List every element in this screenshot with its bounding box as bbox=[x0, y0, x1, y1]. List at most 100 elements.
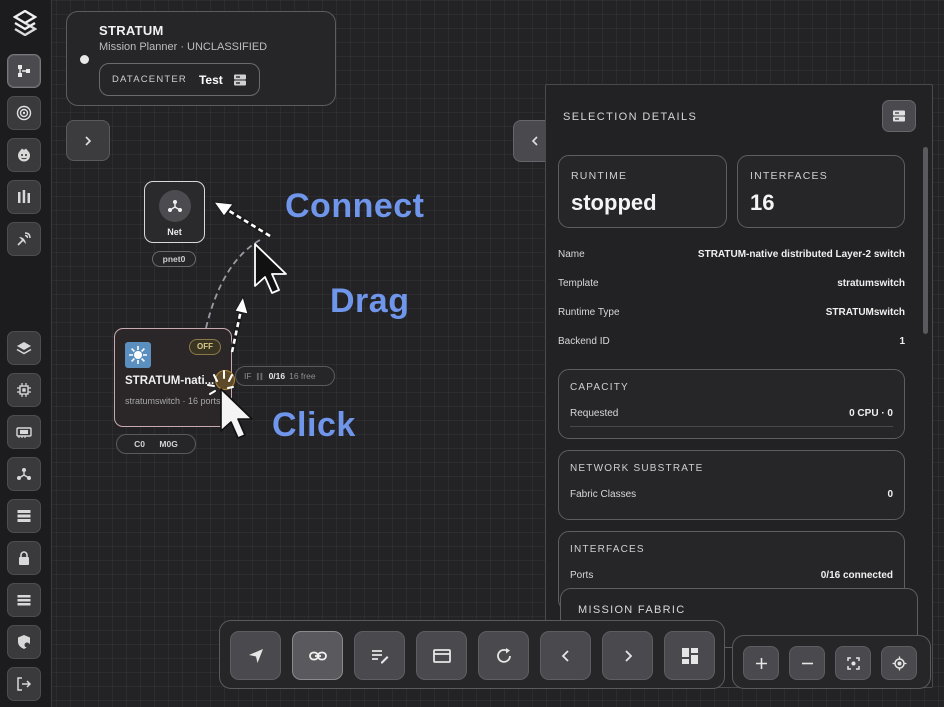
capacity-section: CAPACITY Requested 0 CPU · 0 bbox=[558, 369, 905, 439]
network-icon bbox=[17, 468, 31, 480]
link-button[interactable] bbox=[292, 631, 343, 680]
annotation-connect: Connect bbox=[285, 187, 425, 225]
chip-icon bbox=[17, 383, 31, 397]
detail-row-runtime-type: Runtime Type STRATUMswitch bbox=[558, 307, 905, 318]
network-key: Fabric Classes bbox=[570, 489, 637, 500]
link-icon bbox=[308, 651, 327, 660]
if-value: 0/16 bbox=[268, 371, 286, 381]
interfaces-value: 16 bbox=[750, 190, 775, 215]
rail-target-button[interactable] bbox=[7, 96, 41, 130]
ports-row: Ports 0/16 connected bbox=[570, 570, 893, 589]
locate-button[interactable] bbox=[881, 646, 917, 680]
mission-fabric-title: MISSION FABRIC bbox=[578, 604, 686, 616]
lock-icon bbox=[19, 551, 29, 565]
net-node-tag: pnet0 bbox=[152, 251, 196, 267]
topology-icon bbox=[18, 65, 30, 77]
interfaces-card: INTERFACES 16 bbox=[737, 155, 905, 228]
edit-list-button[interactable] bbox=[354, 631, 405, 680]
connection-port-handle[interactable] bbox=[215, 370, 235, 390]
detail-value: STRATUMswitch bbox=[825, 307, 905, 318]
chevron-right-icon bbox=[85, 135, 92, 146]
zoom-in-icon bbox=[755, 657, 767, 669]
rail-rack-button[interactable] bbox=[7, 180, 41, 214]
rack-icon bbox=[18, 190, 30, 203]
detail-key: Name bbox=[558, 249, 585, 260]
rail-logout-button[interactable] bbox=[7, 667, 41, 701]
dashboard-button[interactable] bbox=[664, 631, 715, 680]
detail-row-name: Name STRATUM-native distributed Layer-2 … bbox=[558, 249, 905, 260]
annotation-drag: Drag bbox=[330, 282, 410, 320]
app-title: STRATUM bbox=[99, 23, 164, 38]
chevron-right-icon bbox=[624, 649, 632, 662]
interfaces-section-title: INTERFACES bbox=[570, 544, 645, 555]
network-row: Fabric Classes 0 bbox=[570, 489, 893, 507]
drag-cursor-icon bbox=[254, 243, 287, 294]
refresh-button[interactable] bbox=[478, 631, 529, 680]
zoom-in-button[interactable] bbox=[743, 646, 779, 680]
network-title: NETWORK SUBSTRATE bbox=[570, 463, 704, 474]
detail-key: Runtime Type bbox=[558, 307, 620, 318]
pending-connection-line bbox=[205, 239, 261, 329]
resource-tag: C0 M0G bbox=[116, 434, 196, 454]
rail-chip-button[interactable] bbox=[7, 373, 41, 407]
edit-list-icon bbox=[371, 649, 388, 663]
panel-scrollbar[interactable] bbox=[923, 147, 928, 334]
zoom-controls bbox=[732, 635, 931, 689]
stratum-switch-node[interactable]: OFF STRATUM-nati... stratumswitch · 16 p… bbox=[114, 328, 235, 427]
window-button[interactable] bbox=[416, 631, 467, 680]
rail-network-button[interactable] bbox=[7, 457, 41, 491]
detail-key: Backend ID bbox=[558, 336, 610, 347]
ports-value: 0/16 connected bbox=[820, 570, 893, 581]
if-prefix: IF bbox=[244, 371, 252, 381]
rail-topology-button[interactable] bbox=[7, 54, 41, 88]
navigate-icon bbox=[248, 648, 263, 663]
capacity-title: CAPACITY bbox=[570, 382, 629, 393]
net-node[interactable]: Net bbox=[144, 181, 205, 243]
shield-icon bbox=[18, 635, 30, 649]
interfaces-label: INTERFACES bbox=[750, 170, 828, 182]
network-substrate-section: NETWORK SUBSTRATE Fabric Classes 0 bbox=[558, 450, 905, 520]
network-value: 0 bbox=[887, 489, 893, 500]
logo-icon[interactable] bbox=[12, 9, 38, 37]
next-button[interactable] bbox=[602, 631, 653, 680]
panel-title: SELECTION DETAILS bbox=[563, 111, 698, 123]
chevron-left-icon bbox=[561, 649, 569, 662]
if-free: 16 free bbox=[289, 371, 316, 381]
navigate-button[interactable] bbox=[230, 631, 281, 680]
connect-arrow bbox=[212, 201, 272, 239]
detail-row-backend-id: Backend ID 1 bbox=[558, 336, 905, 347]
rail-satellite-button[interactable] bbox=[7, 222, 41, 256]
detail-value: STRATUM-native distributed Layer-2 switc… bbox=[697, 249, 905, 260]
mission-header-card: STRATUM Mission Planner · UNCLASSIFIED D… bbox=[66, 11, 336, 106]
detail-key: Template bbox=[558, 278, 599, 289]
refresh-icon bbox=[496, 647, 511, 663]
panel-server-button[interactable] bbox=[882, 100, 916, 132]
server-icon bbox=[893, 110, 905, 122]
runtime-label: RUNTIME bbox=[571, 170, 628, 182]
interface-usage-tag: IF 0/16 16 free bbox=[235, 366, 335, 386]
dashboard-icon bbox=[681, 647, 698, 664]
capacity-key: Requested bbox=[570, 408, 619, 419]
rail-server-list-button[interactable] bbox=[7, 499, 41, 533]
rail-layers-button[interactable] bbox=[7, 331, 41, 365]
zoom-out-button[interactable] bbox=[789, 646, 825, 680]
rail-lock-button[interactable] bbox=[7, 541, 41, 575]
rail-shield-button[interactable] bbox=[7, 625, 41, 659]
datacenter-selector[interactable]: DATACENTER Test bbox=[99, 63, 260, 96]
gpu-icon bbox=[16, 427, 32, 438]
drag-arrow bbox=[229, 295, 249, 353]
expand-sidebar-button[interactable] bbox=[66, 120, 110, 161]
storage-icon bbox=[17, 595, 31, 606]
locate-icon bbox=[892, 656, 906, 670]
zoom-out-icon bbox=[801, 662, 813, 664]
rail-gpu-button[interactable] bbox=[7, 415, 41, 449]
rail-storage-button[interactable] bbox=[7, 583, 41, 617]
switch-node-icon bbox=[125, 342, 151, 368]
capacity-row: Requested 0 CPU · 0 bbox=[570, 408, 893, 427]
datacenter-label: DATACENTER bbox=[112, 74, 187, 85]
runtime-card: RUNTIME stopped bbox=[558, 155, 727, 228]
previous-button[interactable] bbox=[540, 631, 591, 680]
rail-face-button[interactable] bbox=[7, 138, 41, 172]
fit-view-button[interactable] bbox=[835, 646, 871, 680]
target-icon bbox=[16, 105, 32, 121]
